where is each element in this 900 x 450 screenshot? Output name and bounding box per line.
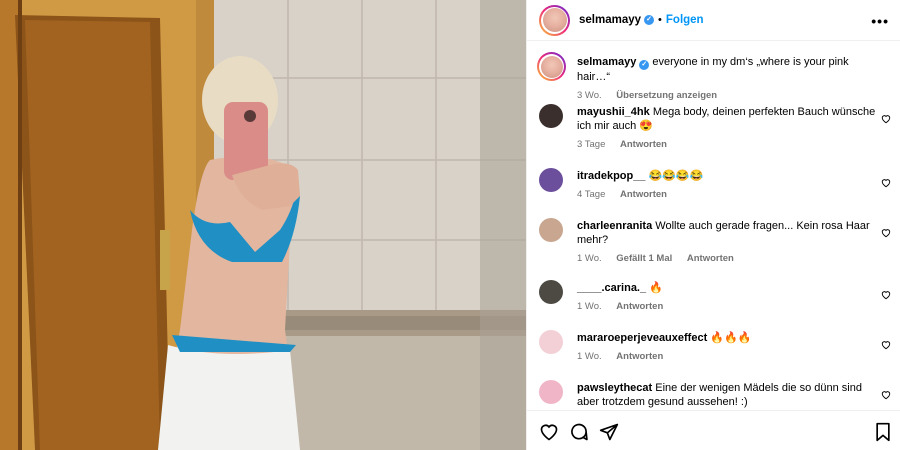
comments-list[interactable]: selmamayy ✓ everyone in my dm‘s „where is… bbox=[527, 42, 900, 410]
comment-icon[interactable] bbox=[569, 422, 589, 442]
bookmark-icon[interactable] bbox=[873, 422, 893, 442]
caption-avatar bbox=[540, 55, 563, 78]
verified-badge-icon: ✓ bbox=[639, 60, 650, 70]
post-header: selmamayy ✓ • Folgen ••• bbox=[527, 0, 900, 41]
reply-button[interactable]: Antworten bbox=[616, 351, 663, 362]
verified-badge-icon: ✓ bbox=[644, 15, 655, 25]
commenter-avatar[interactable] bbox=[539, 280, 563, 304]
author-story-ring[interactable] bbox=[539, 4, 570, 36]
heart-icon[interactable] bbox=[881, 114, 891, 124]
comment-age: 1 Wo. bbox=[577, 253, 602, 264]
reply-button[interactable]: Antworten bbox=[616, 301, 663, 312]
comment-age: 1 Wo. bbox=[577, 351, 602, 362]
commenter-username[interactable]: itradekpop__ bbox=[577, 170, 645, 182]
comment-age: 3 Tage bbox=[577, 139, 606, 150]
post-photo[interactable] bbox=[0, 0, 526, 450]
commenter-avatar[interactable] bbox=[539, 380, 563, 404]
comment-text: 🔥🔥🔥 bbox=[710, 332, 752, 344]
translate-button[interactable]: Übersetzung anzeigen bbox=[616, 90, 717, 101]
separator-dot: • bbox=[658, 14, 662, 26]
heart-icon[interactable] bbox=[881, 290, 891, 300]
post-side-panel: selmamayy ✓ • Folgen ••• selmamayy ✓ ever… bbox=[526, 0, 900, 450]
commenter-avatar[interactable] bbox=[539, 104, 563, 128]
commenter-avatar[interactable] bbox=[539, 218, 563, 242]
caption-avatar-ring[interactable] bbox=[537, 52, 566, 81]
reply-button[interactable]: Antworten bbox=[620, 189, 667, 200]
commenter-username[interactable]: mayushii_4hk bbox=[577, 106, 650, 118]
heart-icon[interactable] bbox=[881, 228, 891, 238]
post-action-bar bbox=[527, 410, 900, 450]
heart-icon[interactable] bbox=[881, 340, 891, 350]
commenter-username[interactable]: ____.carina._ bbox=[577, 282, 646, 294]
author-username[interactable]: selmamayy bbox=[579, 14, 641, 26]
commenter-avatar[interactable] bbox=[539, 168, 563, 192]
reply-button[interactable]: Antworten bbox=[687, 253, 734, 264]
commenter-username[interactable]: mararoeperjeveauxeffect bbox=[577, 332, 707, 344]
heart-icon[interactable] bbox=[881, 178, 891, 188]
comment-text: 😂😂😂😂 bbox=[648, 170, 704, 182]
comment-age: 1 Wo. bbox=[577, 301, 602, 312]
author-avatar bbox=[542, 8, 567, 32]
caption-username[interactable]: selmamayy bbox=[577, 56, 636, 68]
commenter-username[interactable]: pawsleythecat bbox=[577, 382, 652, 394]
commenter-username[interactable]: charleenranita bbox=[577, 220, 652, 232]
follow-button[interactable]: Folgen bbox=[666, 14, 704, 26]
instagram-post-view: selmamayy ✓ • Folgen ••• selmamayy ✓ ever… bbox=[0, 0, 900, 450]
heart-icon[interactable] bbox=[539, 422, 559, 442]
commenter-avatar[interactable] bbox=[539, 330, 563, 354]
caption-age: 3 Wo. bbox=[577, 90, 602, 101]
reply-button[interactable]: Antworten bbox=[620, 139, 667, 150]
photo-illustration bbox=[0, 0, 526, 450]
heart-icon[interactable] bbox=[881, 390, 891, 400]
share-icon[interactable] bbox=[599, 422, 619, 442]
comment-text: 🔥 bbox=[649, 282, 663, 294]
comment-age: 4 Tage bbox=[577, 189, 606, 200]
like-count[interactable]: Gefällt 1 Mal bbox=[616, 253, 672, 264]
more-options-icon[interactable]: ••• bbox=[871, 13, 889, 29]
